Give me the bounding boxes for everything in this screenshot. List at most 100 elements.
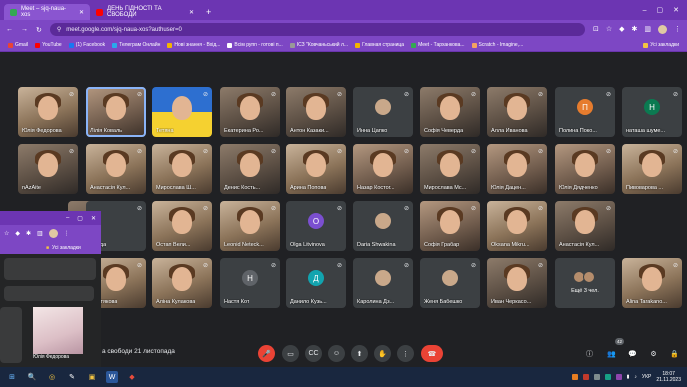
host-controls-button[interactable]: 🔒 <box>666 345 683 362</box>
participant-tile[interactable]: ⊘ Каролина Дз... <box>353 258 413 308</box>
more-options-button[interactable]: ⋮ <box>397 345 414 362</box>
overlay-browser-window[interactable]: – ▢ ✕ ☆ ◆ ✱ ▥ ⋮ ■ Усі закладки Юлія Федо… <box>0 211 101 367</box>
emoji-button[interactable]: ☺ <box>328 345 345 362</box>
bookmark-item[interactable]: Scratch - Imagine,... <box>471 42 523 48</box>
app-icon[interactable]: ◆ <box>126 371 138 383</box>
bookmark-star-icon[interactable]: ☆ <box>4 230 9 237</box>
menu-icon[interactable]: ⋮ <box>674 25 681 34</box>
mic-off-button[interactable]: 🎤 <box>258 345 275 362</box>
explorer-icon[interactable]: ▣ <box>86 371 98 383</box>
clock[interactable]: 18:07 21.11.2023 <box>656 371 681 383</box>
extensions-puzzle-icon[interactable]: ✱ <box>632 25 638 34</box>
bookmark-star-icon[interactable]: ☆ <box>606 25 612 34</box>
word-icon[interactable]: W <box>106 371 118 383</box>
new-tab-button[interactable]: + <box>206 7 211 17</box>
tray-app-icon[interactable] <box>571 374 578 380</box>
site-info-icon[interactable]: ⚲ <box>57 26 61 33</box>
paint-icon[interactable]: ✎ <box>66 371 78 383</box>
tab-youtube[interactable]: ДЕНЬ ГІДНОСТІ ТА СВОБОДИ ✕ <box>90 4 200 20</box>
close-tab-icon[interactable]: ✕ <box>79 9 84 16</box>
tray-app-icon[interactable] <box>615 374 622 380</box>
participant-tile[interactable]: ⊘ Алла Иванова <box>487 87 547 137</box>
participant-tile[interactable]: ⊘ Иван Черкасо... <box>487 258 547 308</box>
bookmark-item[interactable]: YouTube <box>35 42 62 48</box>
present-button[interactable]: ⬆ <box>351 345 368 362</box>
participant-tile[interactable]: ⊘ Анастасія Кул... <box>86 144 146 194</box>
participant-tile[interactable]: ⊘ Арина Попова <box>286 144 346 194</box>
participant-tile[interactable]: ⊘ Остап Вели... <box>152 201 212 251</box>
language-indicator[interactable]: УКР <box>642 374 651 380</box>
volume-icon[interactable]: ♪ <box>634 374 637 380</box>
participant-tile[interactable]: ⊘ Денис Кость... <box>220 144 280 194</box>
participant-tile[interactable]: ⊘ Тетяна <box>152 87 212 137</box>
participant-tile[interactable]: ⊘ Аліна Кулакова <box>152 258 212 308</box>
maximize-icon[interactable]: ▢ <box>77 215 83 222</box>
participant-tile[interactable]: ⊘ nAzAite <box>18 144 78 194</box>
raise-hand-button[interactable]: ✋ <box>374 345 391 362</box>
forward-icon[interactable]: → <box>21 26 28 33</box>
side-panel-icon[interactable]: ▥ <box>37 230 43 237</box>
participant-tile[interactable]: ⊘ Пивоварова ... <box>622 144 682 194</box>
all-bookmarks[interactable]: Усі закладки <box>52 245 81 251</box>
bookmark-item[interactable]: (1) Facebook <box>68 42 105 48</box>
close-window-icon[interactable]: ✕ <box>91 215 96 222</box>
side-panel-icon[interactable]: ▥ <box>644 25 651 34</box>
bookmark-item[interactable]: Телеграм Онлайн <box>112 42 160 48</box>
participant-tile[interactable]: ⊘ Alina Tarakano... <box>622 258 682 308</box>
bookmark-item[interactable]: Главная страница <box>355 42 404 48</box>
all-bookmarks[interactable]: Усі закладки <box>643 42 679 48</box>
participant-tile[interactable]: ⊘ Daria Shwakina <box>353 201 413 251</box>
reload-icon[interactable]: ↻ <box>36 26 42 34</box>
participant-tile[interactable]: O ⊘ Olga Litvinova <box>286 201 346 251</box>
minimize-icon[interactable]: – <box>643 7 647 14</box>
participant-tile[interactable]: Д ⊘ Данило Кузь... <box>286 258 346 308</box>
start-icon[interactable]: ⊞ <box>6 371 18 383</box>
participant-tile[interactable]: ⊘ Leonid Neteck... <box>220 201 280 251</box>
menu-icon[interactable]: ⋮ <box>64 230 70 237</box>
people-button[interactable]: 👥 <box>603 345 620 362</box>
tab-meet[interactable]: Meet – sjq-naua-xos ✕ <box>4 4 90 20</box>
extension-icon[interactable]: ◆ <box>15 230 20 237</box>
extension-icon[interactable]: ◆ <box>619 25 624 34</box>
back-icon[interactable]: ← <box>6 26 13 33</box>
participant-tile[interactable]: ⊘ Инна Цапко <box>353 87 413 137</box>
bookmark-item[interactable]: ІСЗ "Ковчаньський л... <box>289 42 348 48</box>
activities-button[interactable]: ⚙ <box>645 345 662 362</box>
participant-tile[interactable]: Н ⊘ Настя Кот <box>220 258 280 308</box>
chrome-icon[interactable]: ◎ <box>46 371 58 383</box>
close-tab-icon[interactable]: ✕ <box>189 9 194 16</box>
profile-avatar[interactable] <box>658 25 667 34</box>
participant-tile[interactable]: ⊘ Антон Казаки... <box>286 87 346 137</box>
minimize-icon[interactable]: – <box>66 215 69 221</box>
extensions-puzzle-icon[interactable]: ✱ <box>26 230 31 237</box>
participant-tile[interactable]: Ещё 3 чел. <box>555 258 615 308</box>
participant-tile[interactable]: ⊘ Мирослава Ш... <box>152 144 212 194</box>
tray-app-icon[interactable] <box>582 374 589 380</box>
close-window-icon[interactable]: ✕ <box>673 6 679 14</box>
bookmark-item[interactable]: Всім рупп - готові п... <box>227 42 283 48</box>
bookmark-item[interactable]: Gmail <box>8 42 28 48</box>
participant-tile[interactable]: ⊘ Юлія Дацен... <box>487 144 547 194</box>
participant-tile[interactable]: ⊘ Лілія Коваль <box>86 87 146 137</box>
participant-tile[interactable]: Н ⊘ наташа шуме... <box>622 87 682 137</box>
participant-tile[interactable]: ⊘ Мирослава Мс... <box>420 144 480 194</box>
maximize-icon[interactable]: ▢ <box>657 6 664 14</box>
participant-tile[interactable]: ⊘ Анастасія Кул... <box>555 201 615 251</box>
tray-app-icon[interactable] <box>604 374 611 380</box>
end-call-button[interactable]: ☎ <box>421 345 443 362</box>
chat-button[interactable]: 💬 <box>624 345 641 362</box>
participant-tile[interactable]: ⊘ Екатерина Ро... <box>220 87 280 137</box>
participant-tile[interactable]: П ⊘ Полина Поко... <box>555 87 615 137</box>
install-app-icon[interactable]: ⊡ <box>593 25 599 34</box>
camera-button[interactable]: ▭ <box>282 345 299 362</box>
participant-tile[interactable]: ⊘ Женя Бабешко <box>420 258 480 308</box>
profile-avatar[interactable] <box>48 229 58 238</box>
network-icon[interactable]: ▮ <box>627 374 630 380</box>
participant-tile[interactable]: ⊘ Юлія Федорова <box>18 87 78 137</box>
participant-tile[interactable]: ⊘ Назар Костог... <box>353 144 413 194</box>
captions-button[interactable]: CC <box>305 345 322 362</box>
participant-tile[interactable]: ⊘ Юлія Дядченко <box>555 144 615 194</box>
participant-tile[interactable]: ⊘ Софія Грабар <box>420 201 480 251</box>
search-icon[interactable]: 🔍 <box>26 371 38 383</box>
info-button[interactable]: ⓘ <box>581 345 598 362</box>
